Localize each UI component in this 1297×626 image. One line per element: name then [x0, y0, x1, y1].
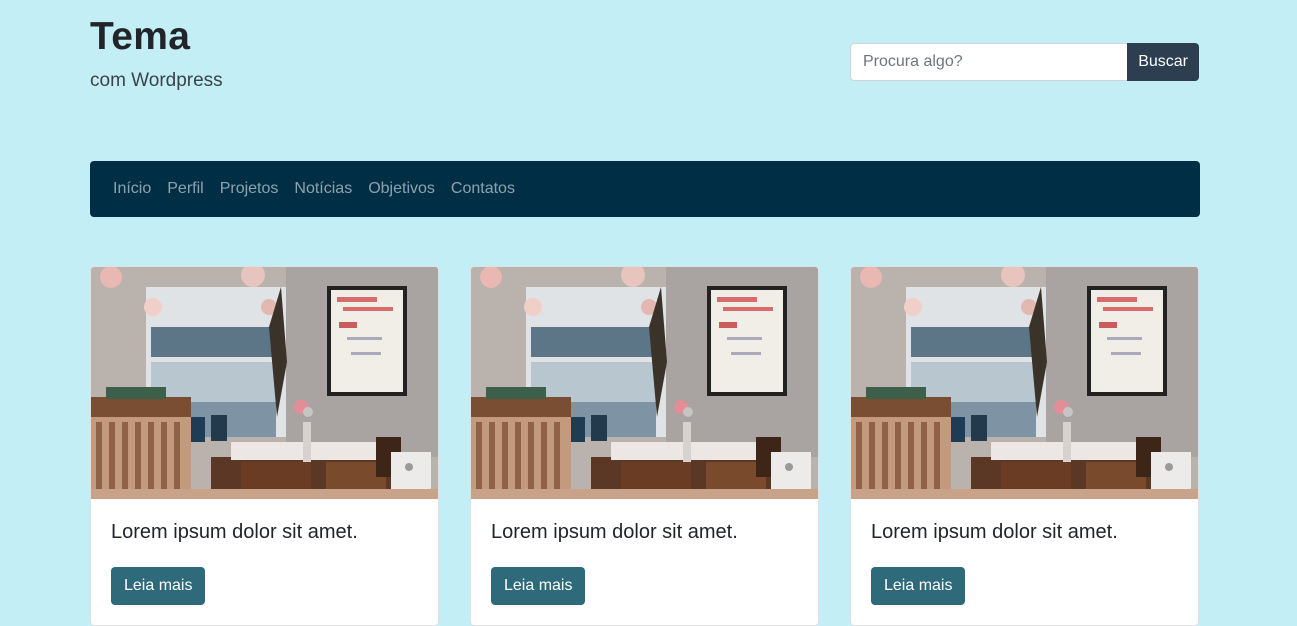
search-button[interactable]: Buscar — [1127, 43, 1199, 81]
post-card-body: Lorem ipsum dolor sit amet. Leia mais — [851, 499, 1198, 625]
post-card-title: Lorem ipsum dolor sit amet. — [111, 521, 358, 543]
main-navbar: Início Perfil Projetos Notícias Objetivo… — [90, 161, 1200, 217]
post-card: Lorem ipsum dolor sit amet. Leia mais — [470, 266, 819, 626]
post-card-image — [851, 267, 1198, 499]
post-card-title: Lorem ipsum dolor sit amet. — [871, 521, 1118, 543]
site-header: Tema com Wordpress — [90, 14, 223, 92]
post-card-body: Lorem ipsum dolor sit amet. Leia mais — [471, 499, 818, 625]
nav-item-inicio[interactable]: Início — [105, 180, 159, 198]
nav-item-projetos[interactable]: Projetos — [212, 180, 287, 198]
search-input[interactable] — [850, 43, 1128, 81]
post-card: Lorem ipsum dolor sit amet. Leia mais — [850, 266, 1199, 626]
post-card-title: Lorem ipsum dolor sit amet. — [491, 521, 738, 543]
nav-item-perfil[interactable]: Perfil — [159, 180, 211, 198]
nav-item-objetivos[interactable]: Objetivos — [360, 180, 443, 198]
read-more-button[interactable]: Leia mais — [111, 567, 206, 605]
site-subtitle: com Wordpress — [90, 70, 223, 91]
post-card-body: Lorem ipsum dolor sit amet. Leia mais — [91, 499, 438, 625]
read-more-button[interactable]: Leia mais — [491, 567, 586, 605]
read-more-button[interactable]: Leia mais — [871, 567, 966, 605]
post-card-image — [91, 267, 438, 499]
search-form: Buscar — [850, 43, 1199, 81]
site-title[interactable]: Tema — [90, 14, 223, 60]
nav-item-noticias[interactable]: Notícias — [286, 180, 360, 198]
post-card-image — [471, 267, 818, 499]
nav-item-contatos[interactable]: Contatos — [443, 180, 523, 198]
post-card: Lorem ipsum dolor sit amet. Leia mais — [90, 266, 439, 626]
